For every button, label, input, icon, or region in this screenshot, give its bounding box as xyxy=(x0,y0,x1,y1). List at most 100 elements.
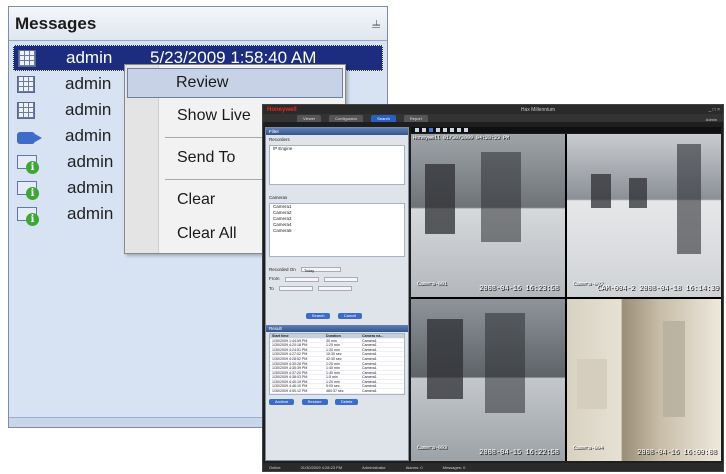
table-row[interactable]: 1/30/2009 4:50:12 PM 480:37 sec Camera1 xyxy=(270,389,404,394)
table-cell: Camera1 xyxy=(362,347,377,352)
recorded-on-value: Today xyxy=(304,269,315,274)
camera-label: Camera-003 xyxy=(417,445,448,451)
to-time-field[interactable] xyxy=(318,285,353,291)
column-header[interactable]: Camera na... xyxy=(360,334,386,338)
camera-checkbox[interactable]: Camera5 xyxy=(270,228,404,234)
from-label: From xyxy=(269,276,280,282)
video-app-window: Honeywell Hax Millennium _ □ × Viewer Co… xyxy=(262,104,724,472)
current-user: Admin xyxy=(705,117,717,122)
pause-icon[interactable] xyxy=(457,128,461,132)
table-cell: 1/30/2009 4:40:19 PM xyxy=(272,379,308,384)
search-actions: Search Cancel xyxy=(266,311,408,321)
to-date-field[interactable] xyxy=(279,285,314,291)
video-feed[interactable]: Camera-003 2008-04-15 16:22:58 xyxy=(411,298,565,461)
video-timestamp: 2008-04-16 16:00:08 xyxy=(637,449,717,457)
brand-logo: Honeywell xyxy=(267,106,297,113)
menu-item-clear-all[interactable]: Clear All xyxy=(177,225,237,243)
pin-icon[interactable]: ⫨ xyxy=(365,15,387,33)
status-user: Administrator xyxy=(362,464,386,470)
layout-1-icon[interactable] xyxy=(415,128,419,132)
to-label: To xyxy=(269,285,274,291)
camera-icon xyxy=(17,132,42,144)
result-actions: Archive Restore Delete xyxy=(266,397,408,407)
video-timestamp: 2008-04-15 16:22:58 xyxy=(479,449,559,457)
messages-title: Messages xyxy=(15,13,97,33)
message-user: admin xyxy=(66,48,113,67)
message-user: admin xyxy=(67,204,114,223)
video-feed[interactable]: Camera-004 2008-04-16 16:00:08 xyxy=(567,298,721,461)
table-cell: 1:40 min xyxy=(326,370,340,375)
layout-9-icon[interactable] xyxy=(429,128,433,132)
menu-item-review[interactable]: Review xyxy=(127,68,343,98)
menu-item-send-to[interactable]: Send To xyxy=(177,149,235,167)
recorded-on-label: Recorded On xyxy=(269,267,296,272)
layout-4-icon[interactable] xyxy=(422,128,426,132)
video-grid: Honeywell 01/30/2009 04:28:23 PM Camera-… xyxy=(411,134,721,461)
from-time-field[interactable] xyxy=(324,276,359,282)
video-feed[interactable]: Honeywell 01/30/2009 04:28:23 PM Camera-… xyxy=(411,134,565,297)
grid-icon xyxy=(17,75,35,93)
table-cell: Camera1 xyxy=(362,384,377,389)
table-cell: 30 min xyxy=(326,338,337,343)
delete-button[interactable]: Delete xyxy=(334,398,359,405)
table-cell: Camera1 xyxy=(362,352,377,356)
table-cell: 1/30/2009 4:35:39 PM xyxy=(272,366,308,370)
recorded-on-row: Recorded On Today xyxy=(266,265,408,274)
status-messages: Messages: 0 xyxy=(442,464,466,470)
video-header-timestamp: Honeywell 01/30/2009 04:28:23 PM xyxy=(413,135,510,141)
video-timestamp: 2008-04-16 16:23:58 xyxy=(479,284,559,293)
mail-info-icon xyxy=(17,155,39,174)
message-user: admin xyxy=(67,178,114,197)
menu-item-show-live[interactable]: Show Live xyxy=(177,107,251,125)
message-user: admin xyxy=(67,152,114,171)
table-cell: 1/30/2009 4:37:20 PM xyxy=(272,370,308,375)
cancel-button[interactable]: Cancel xyxy=(337,312,363,319)
cameras-list: Camera1 Camera2 Camera3 Camera4 Camera5 xyxy=(269,203,405,257)
stop-icon[interactable] xyxy=(464,128,468,132)
table-cell: 1/30/2009 4:24:51 PM xyxy=(272,347,308,352)
table-cell: Camera1 xyxy=(362,375,377,379)
table-cell: 1/30/2009 4:27:02 PM xyxy=(272,352,308,356)
table-cell: Camera1 xyxy=(362,356,377,361)
from-date-field[interactable] xyxy=(284,276,319,282)
messages-header: Messages ⫨ xyxy=(9,7,387,41)
table-cell: 1:20 min xyxy=(326,379,340,384)
table-cell: 1:40 min xyxy=(326,366,340,370)
message-user: admin xyxy=(65,74,112,93)
archive-button[interactable]: Archive xyxy=(269,398,295,405)
column-header[interactable]: Start time xyxy=(270,334,324,338)
tab-report[interactable]: Report xyxy=(403,115,428,122)
recorded-on-select[interactable]: Today xyxy=(301,267,342,274)
tab-search[interactable]: Search xyxy=(371,115,396,122)
message-user: admin xyxy=(65,100,112,119)
table-cell: 42:30 sec xyxy=(326,356,342,361)
to-row: To xyxy=(266,284,408,293)
window-controls[interactable]: _ □ × xyxy=(693,107,723,113)
table-cell: Camera1 xyxy=(362,370,377,375)
restore-button[interactable]: Restore xyxy=(301,398,328,405)
grid-icon xyxy=(17,101,35,119)
column-header[interactable]: Duration xyxy=(324,334,360,338)
table-cell: 5:00 sec xyxy=(326,384,340,389)
search-button[interactable]: Search xyxy=(305,312,331,319)
recorder-item[interactable]: IP Engine xyxy=(270,146,404,152)
snapshot-icon[interactable] xyxy=(443,128,447,132)
table-cell: 1/30/2009 4:30:28 PM xyxy=(272,361,308,366)
table-cell: 1:30 min xyxy=(326,347,340,352)
layout-16-icon[interactable] xyxy=(436,128,440,132)
table-cell: 1/30/2009 4:38:03 PM xyxy=(272,375,308,379)
table-cell: 1/30/2009 1:44:59 PM xyxy=(272,338,308,343)
play-icon[interactable] xyxy=(450,128,454,132)
app-title: Hax Millennium xyxy=(520,106,556,113)
tab-configurator[interactable]: Configurator xyxy=(329,115,364,122)
menu-item-clear[interactable]: Clear xyxy=(177,191,215,209)
video-feed[interactable]: Camera-002 CAM-004-2 2008-04-18 16:14:39 xyxy=(567,134,721,297)
mail-info-icon xyxy=(17,181,39,200)
table-cell: 1/30/2009 4:50:12 PM xyxy=(272,389,308,393)
video-timestamp: CAM-004-2 2008-04-18 16:14:39 xyxy=(597,284,719,293)
tab-viewer[interactable]: Viewer xyxy=(297,115,322,122)
table-cell: 480:37 sec xyxy=(326,389,344,393)
table-cell: Camera1 xyxy=(362,389,377,393)
table-cell: Camera1 xyxy=(362,338,377,343)
recorders-list: IP Engine xyxy=(269,145,405,185)
